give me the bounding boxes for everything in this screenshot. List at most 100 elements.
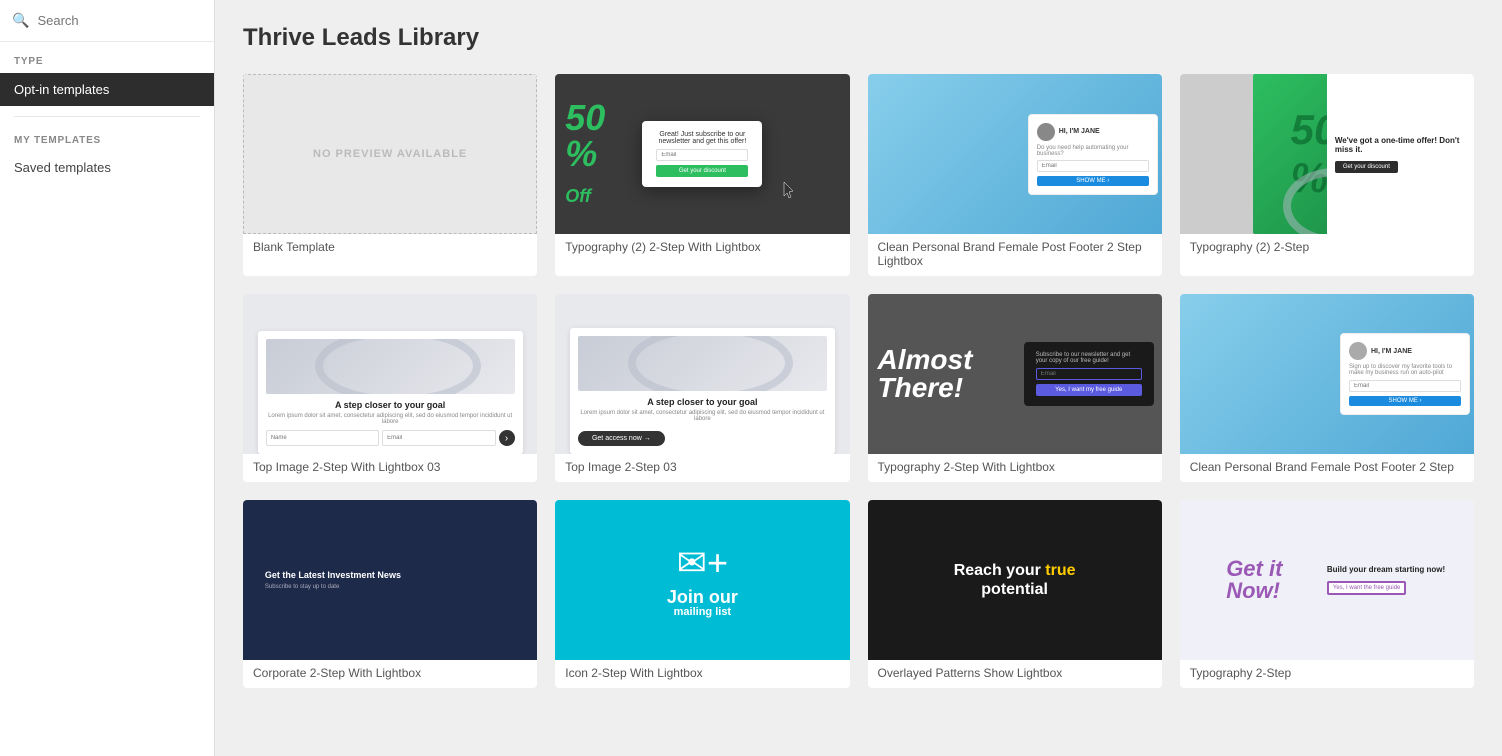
template-typo2step-sm-preview: 50%Off We've got a one-time offer! Don't… xyxy=(1180,74,1474,234)
template-typo2step-lightbox[interactable]: 50%Off Great! Just subscribe to our news… xyxy=(555,74,849,276)
topimg-email-input xyxy=(382,430,495,446)
topimg-sub: Lorem ipsum dolor sit amet, consectetur … xyxy=(266,413,515,425)
template-icon2step-preview: ✉+ Join our mailing list xyxy=(555,500,849,660)
template-blank-label: Blank Template xyxy=(243,234,537,262)
template-icon-2step-lightbox[interactable]: ✉+ Join our mailing list Icon 2-Step Wit… xyxy=(555,500,849,688)
template-topimg-lightbox-preview: A step closer to your goal Lorem ipsum d… xyxy=(243,294,537,454)
template-cpb-lightbox-label: Clean Personal Brand Female Post Footer … xyxy=(868,234,1162,276)
modal-get-discount-btn: Get your discount xyxy=(656,165,748,177)
cpb-avatar xyxy=(1037,123,1055,141)
get-it-inner: Get itNow! Build your dream starting now… xyxy=(1186,506,1468,654)
topimg-title: A step closer to your goal xyxy=(266,400,515,410)
template-topimg-lightbox-label: Top Image 2-Step With Lightbox 03 xyxy=(243,454,537,482)
template-corporate-2step[interactable]: Get the Latest Investment News Subscribe… xyxy=(243,500,537,688)
template-corporate-preview: Get the Latest Investment News Subscribe… xyxy=(243,500,537,660)
almost-there-card: Subscribe to our newsletter and get your… xyxy=(1024,342,1154,406)
search-bar[interactable]: 🔍 ✕ xyxy=(0,0,214,42)
topimg-card: A step closer to your goal Lorem ipsum d… xyxy=(258,331,523,454)
opt-in-templates-item[interactable]: Opt-in templates xyxy=(0,73,214,106)
template-topimg-03[interactable]: A step closer to your goal Lorem ipsum d… xyxy=(555,294,849,482)
template-typo2step-preview: 50%Off Great! Just subscribe to our news… xyxy=(555,74,849,234)
search-icon: 🔍 xyxy=(12,12,29,29)
page-title: Thrive Leads Library xyxy=(243,24,1474,52)
template-overlay-patterns[interactable]: Reach your truepotential Overlayed Patte… xyxy=(868,500,1162,688)
cpb2-card: HI, I'M JANE Sign up to discover my favo… xyxy=(1340,333,1470,415)
cpb-overlay: HI, I'M JANE Do you need help automating… xyxy=(1028,114,1158,195)
true-span: true xyxy=(1045,562,1075,579)
templates-grid: NO PREVIEW AVAILABLE Blank Template 50%O… xyxy=(243,74,1474,688)
cpb2-show-me-btn: SHOW ME › xyxy=(1349,396,1461,406)
template-typo2step-sm2-preview: Get itNow! Build your dream starting now… xyxy=(1180,500,1474,660)
no-preview-text: NO PREVIEW AVAILABLE xyxy=(313,148,467,160)
topimg-name-input xyxy=(266,430,379,446)
template-cpb-2step-label: Clean Personal Brand Female Post Footer … xyxy=(1180,454,1474,482)
join-sub: mailing list xyxy=(674,606,731,618)
cpb2-email-input xyxy=(1349,380,1461,392)
template-cpb-2step[interactable]: HI, I'M JANE Sign up to discover my favo… xyxy=(1180,294,1474,482)
yes-want-btn: Yes, I want my free guide xyxy=(1036,384,1142,396)
yes-want-free-btn: Yes, I want the free guide xyxy=(1327,581,1407,595)
template-topimg-lightbox-03[interactable]: A step closer to your goal Lorem ipsum d… xyxy=(243,294,537,482)
topimg-inputs: › xyxy=(266,430,515,446)
corp-inner: Get the Latest Investment News Subscribe… xyxy=(265,570,515,590)
modal-title: Great! Just subscribe to our newsletter … xyxy=(656,131,748,145)
my-templates-label: MY TEMPLATES xyxy=(0,127,214,152)
type-section-label: TYPE xyxy=(0,42,214,73)
template-topimg-03-preview: A step closer to your goal Lorem ipsum d… xyxy=(555,294,849,454)
email-icon: ✉+ xyxy=(677,542,728,584)
build-dream-text: Build your dream starting now! xyxy=(1327,565,1464,574)
cpb2-name: HI, I'M JANE xyxy=(1371,348,1412,355)
template-cpb-2step-preview: HI, I'M JANE Sign up to discover my favo… xyxy=(1180,294,1474,454)
search-input[interactable] xyxy=(37,13,213,28)
avatar-row: HI, I'M JANE xyxy=(1037,123,1149,141)
sidebar: 🔍 ✕ TYPE Opt-in templates MY TEMPLATES S… xyxy=(0,0,215,756)
template-cpb-lightbox[interactable]: HI, I'M JANE Do you need help automating… xyxy=(868,74,1162,276)
template-typo-lightbox-preview: AlmostThere! Subscribe to our newsletter… xyxy=(868,294,1162,454)
saved-templates-item[interactable]: Saved templates xyxy=(0,152,214,183)
template-typo2step-sm-label: Typography (2) 2-Step xyxy=(1180,234,1474,262)
template-icon2step-label: Icon 2-Step With Lightbox xyxy=(555,660,849,688)
almost-there-text: AlmostThere! xyxy=(878,346,973,402)
template-cpb-lightbox-preview: HI, I'M JANE Do you need help automating… xyxy=(868,74,1162,234)
template-blank[interactable]: NO PREVIEW AVAILABLE Blank Template xyxy=(243,74,537,276)
fifty-off-badge: 50%Off xyxy=(565,100,605,208)
topimg2-title: A step closer to your goal xyxy=(578,397,827,407)
almost-email-input xyxy=(1036,368,1142,380)
get-it-right: Build your dream starting now! Yes, I wa… xyxy=(1323,561,1468,599)
topimg-arc xyxy=(266,339,515,394)
lightbox-modal: Great! Just subscribe to our newsletter … xyxy=(642,121,762,187)
modal-email-input xyxy=(656,149,748,161)
template-blank-preview: NO PREVIEW AVAILABLE xyxy=(243,74,537,234)
get-discount-btn: Get your discount xyxy=(1335,161,1398,173)
template-typo2step-sm[interactable]: 50%Off We've got a one-time offer! Don't… xyxy=(1180,74,1474,276)
corp-sub: Subscribe to stay up to date xyxy=(265,584,515,590)
template-overlay-preview: Reach your truepotential xyxy=(868,500,1162,660)
get-it-left: Get itNow! xyxy=(1186,558,1323,602)
template-typo-2step-lightbox[interactable]: AlmostThere! Subscribe to our newsletter… xyxy=(868,294,1162,482)
template-topimg-03-label: Top Image 2-Step 03 xyxy=(555,454,849,482)
cpb2-avatar xyxy=(1349,342,1367,360)
dont-miss-text: We've got a one-time offer! Don't miss i… xyxy=(1335,136,1466,154)
corp-title: Get the Latest Investment News xyxy=(265,570,515,580)
topimg2-card: A step closer to your goal Lorem ipsum d… xyxy=(570,328,835,454)
template-typo2step-label: Typography (2) 2-Step With Lightbox xyxy=(555,234,849,262)
cpb-email-input xyxy=(1037,160,1149,172)
topimg2-sub: Lorem ipsum dolor sit amet, consectetur … xyxy=(578,410,827,422)
template-overlay-label: Overlayed Patterns Show Lightbox xyxy=(868,660,1162,688)
cpb-show-me-btn: SHOW ME › xyxy=(1037,176,1149,186)
main-content: Thrive Leads Library NO PREVIEW AVAILABL… xyxy=(215,0,1502,756)
template-typo2step-sm2-label: Typography 2-Step xyxy=(1180,660,1474,688)
sidebar-divider xyxy=(14,116,200,117)
topimg2-access-btn: Get access now → xyxy=(578,431,665,446)
cpb-name: HI, I'M JANE xyxy=(1059,128,1100,135)
topimg-submit-btn: › xyxy=(499,430,515,446)
topimg2-arc xyxy=(578,336,827,391)
template-typo2step-sm2[interactable]: Get itNow! Build your dream starting now… xyxy=(1180,500,1474,688)
subscribe-copy-text: Subscribe to our newsletter and get your… xyxy=(1036,352,1142,364)
reach-text: Reach your truepotential xyxy=(954,561,1076,599)
cpb2-sub: Sign up to discover my favorite tools to… xyxy=(1349,364,1461,376)
join-title: Join our xyxy=(667,588,738,606)
cursor-indicator xyxy=(783,181,795,204)
template-typo-2step-lightbox-label: Typography 2-Step With Lightbox xyxy=(868,454,1162,482)
cpb2-avatar-row: HI, I'M JANE xyxy=(1349,342,1461,360)
